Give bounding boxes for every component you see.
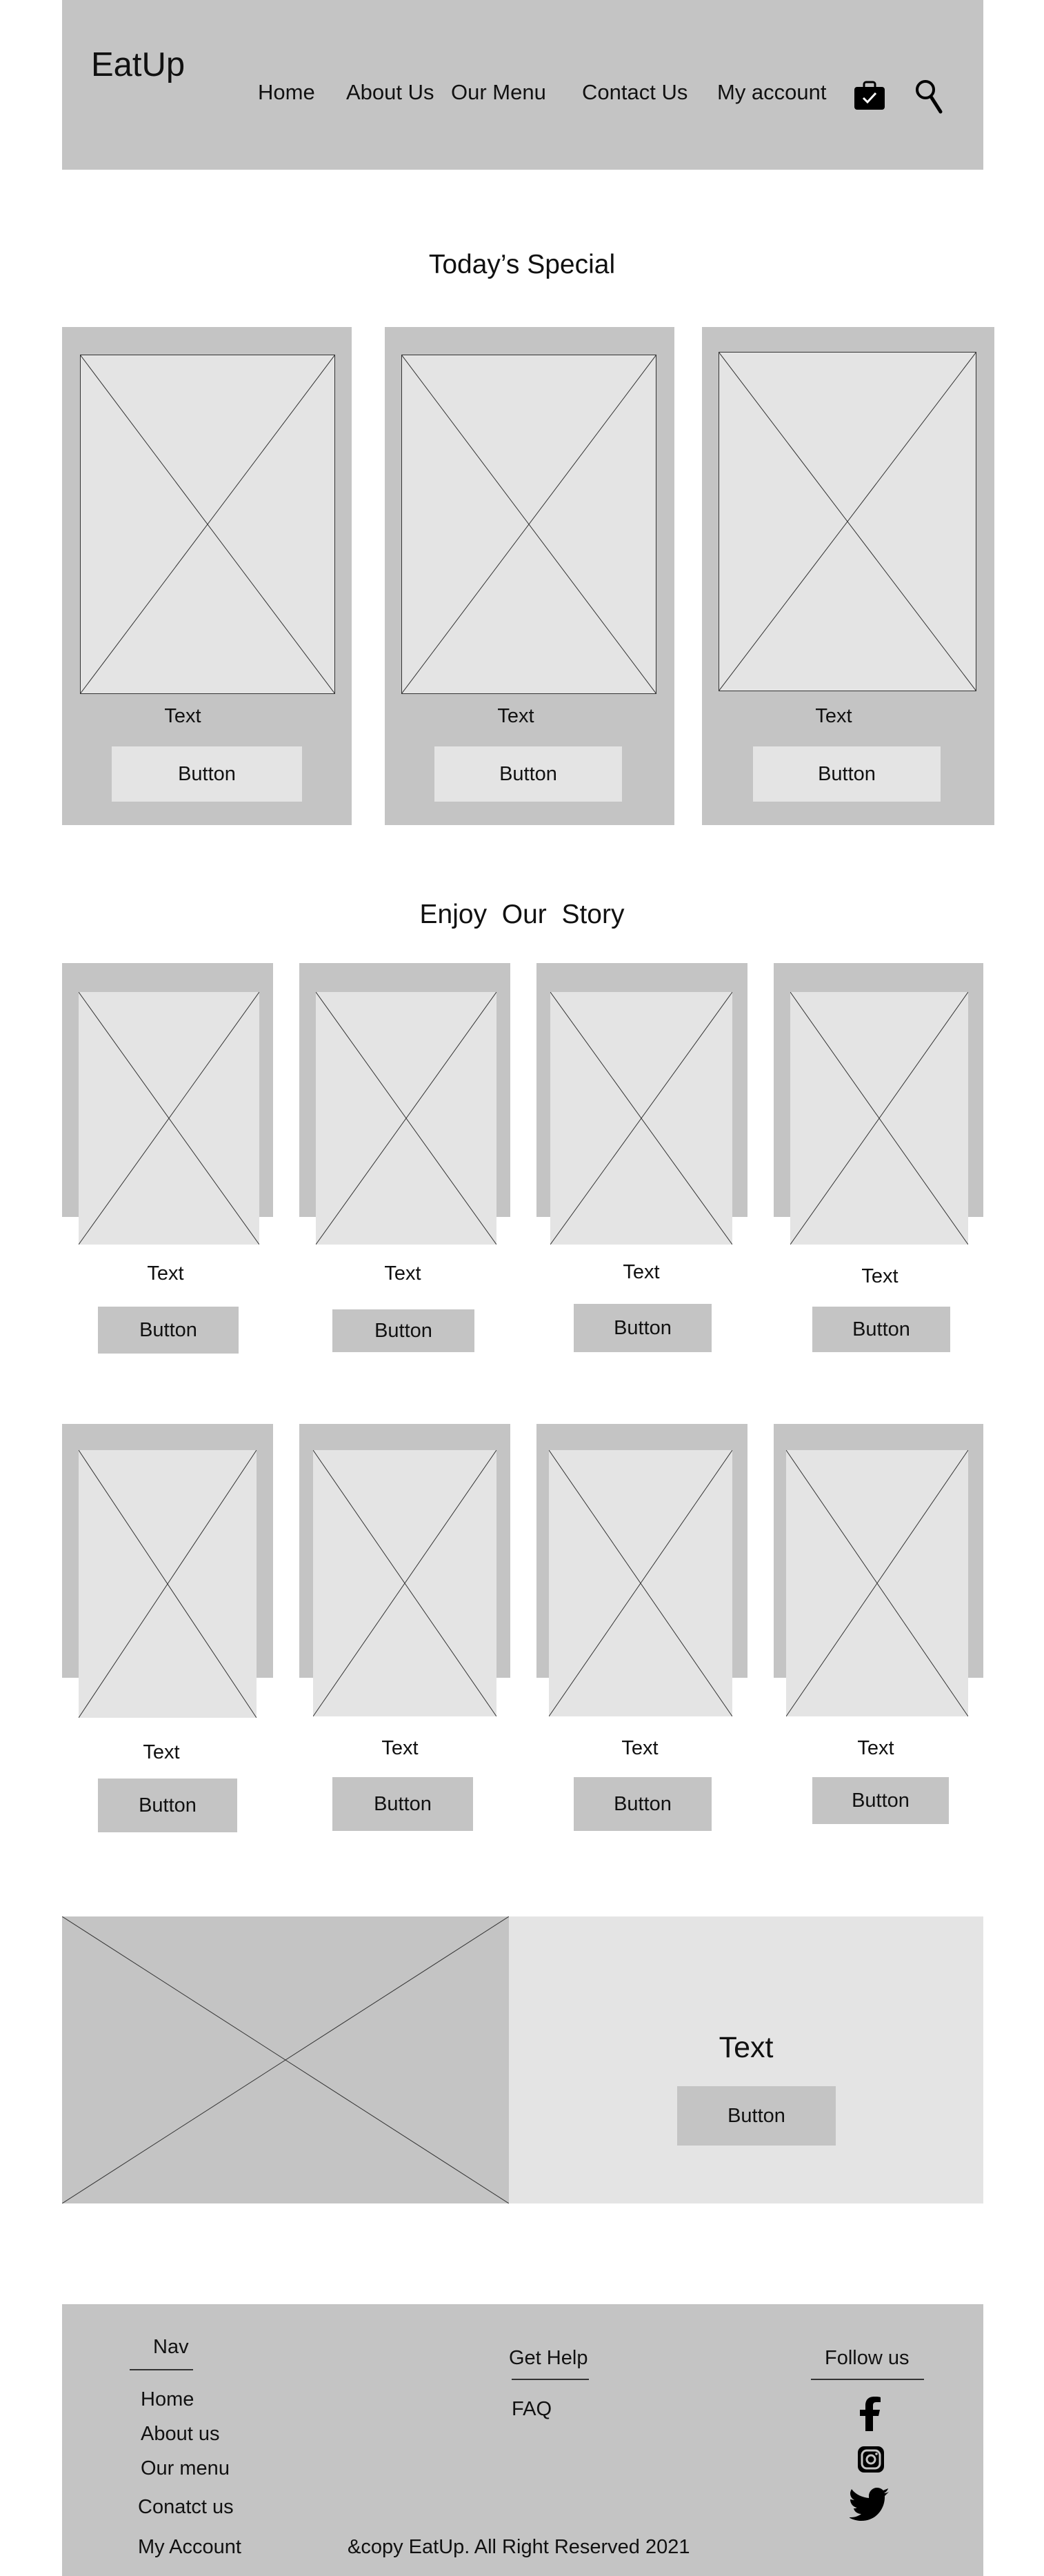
feature-button[interactable]: Button [677,2086,836,2146]
story-text: Text [143,1741,180,1763]
footer-nav-divider [130,2369,193,2370]
nav-about-us[interactable]: About Us [346,80,434,105]
nav-our-menu[interactable]: Our Menu [451,80,546,105]
search-icon[interactable] [914,79,943,115]
facebook-icon[interactable] [852,2395,890,2433]
footer-link-home[interactable]: Home [141,2388,194,2411]
card-button[interactable]: Button [112,746,302,802]
footer-follow-heading: Follow us [825,2347,910,2369]
nav-home[interactable]: Home [258,80,315,105]
special-card: Text Button [385,327,674,825]
story-text: Text [857,1737,894,1759]
instagram-icon[interactable] [858,2446,884,2473]
story-text: Text [381,1737,419,1759]
image-placeholder [80,355,335,694]
card-text: Text [497,705,534,727]
image-placeholder [79,1450,257,1718]
card-button[interactable]: Button [753,746,941,802]
image-placeholder [786,1450,968,1716]
story-text: Text [621,1737,659,1759]
image-placeholder [550,992,732,1245]
card-text: Text [815,705,852,727]
special-card: Text Button [62,327,352,825]
footer-link-my-account[interactable]: My Account [138,2536,241,2559]
specials-title: Today’s Special [428,250,616,279]
footer-link-our-menu[interactable]: Our menu [141,2457,230,2480]
image-placeholder [719,352,976,691]
nav-my-account[interactable]: My account [717,80,827,105]
image-placeholder [79,992,259,1245]
footer-link-contact-us[interactable]: Conatct us [138,2496,234,2519]
logo[interactable]: EatUp [91,46,185,84]
footer-nav-heading: Nav [153,2336,189,2358]
card-text: Text [164,705,201,727]
footer-link-about-us[interactable]: About us [141,2423,219,2446]
footer-follow-divider [811,2379,924,2380]
story-button[interactable]: Button [332,1777,473,1831]
story-button[interactable]: Button [574,1777,712,1831]
story-button[interactable]: Button [812,1307,950,1352]
footer-help-heading: Get Help [509,2347,588,2369]
story-button[interactable]: Button [812,1777,949,1824]
story-text: Text [147,1262,184,1285]
story-title: Enjoy Our Story [419,900,625,929]
story-text: Text [861,1265,899,1287]
footer-link-faq[interactable]: FAQ [512,2398,552,2421]
story-button[interactable]: Button [98,1779,237,1832]
shopping-bag-icon[interactable] [852,77,887,112]
story-button[interactable]: Button [332,1309,474,1352]
copyright-text: &copy EatUp. All Right Reserved 2021 [348,2536,690,2558]
story-button[interactable]: Button [574,1304,712,1352]
image-placeholder [316,992,496,1245]
story-button[interactable]: Button [98,1307,239,1354]
feature-image-placeholder [62,1916,509,2203]
twitter-icon[interactable] [849,2488,890,2522]
feature-text: Text [719,2031,774,2064]
card-button[interactable]: Button [434,746,622,802]
footer-help-divider [512,2379,589,2380]
image-placeholder [790,992,968,1245]
story-text: Text [384,1262,421,1285]
image-placeholder [401,355,656,694]
nav-contact-us[interactable]: Contact Us [582,80,687,105]
story-text: Text [623,1261,660,1283]
site-header: EatUp Home About Us Our Menu Contact Us … [62,0,983,170]
site-footer: Nav Home About us Our menu Conatct us My… [62,2304,983,2576]
image-placeholder [549,1450,732,1716]
image-placeholder [313,1450,496,1716]
feature-panel: Text Button [509,1916,983,2203]
special-card: Text Button [702,327,994,825]
